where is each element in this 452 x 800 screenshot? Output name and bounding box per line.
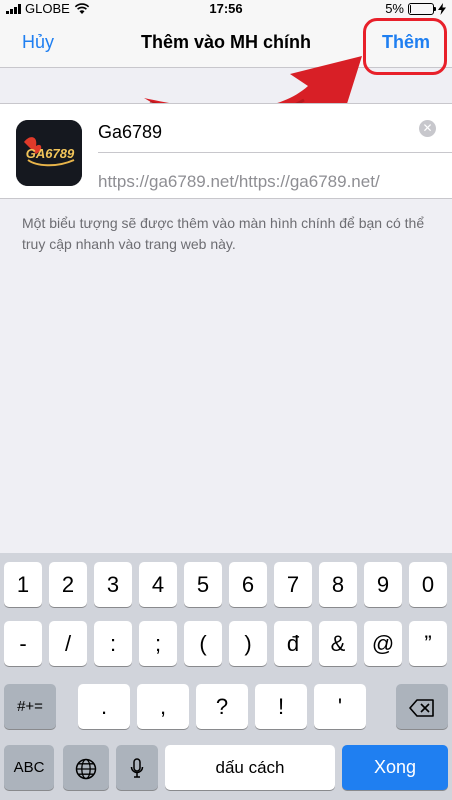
app-icon: GA6789 [16, 120, 82, 186]
key-exclamation[interactable]: ! [255, 684, 307, 729]
key-8[interactable]: 8 [319, 562, 357, 607]
key-period[interactable]: . [78, 684, 130, 729]
space-key[interactable]: dấu cách [165, 745, 335, 790]
shortcut-url: https://ga6789.net/https://ga6789.net/ [98, 172, 380, 191]
delete-key[interactable] [396, 684, 448, 729]
key-open-paren[interactable]: ( [184, 621, 222, 666]
key-slash[interactable]: / [49, 621, 87, 666]
key-2[interactable]: 2 [49, 562, 87, 607]
key-5[interactable]: 5 [184, 562, 222, 607]
hint-text: Một biểu tượng sẽ được thêm vào màn hình… [22, 215, 425, 252]
key-quote[interactable]: ” [409, 621, 447, 666]
microphone-icon [130, 758, 144, 778]
key-dong[interactable]: đ [274, 621, 312, 666]
shortcut-name-input[interactable] [98, 118, 444, 146]
key-apostrophe[interactable]: ' [314, 684, 366, 729]
key-7[interactable]: 7 [274, 562, 312, 607]
globe-icon [75, 758, 97, 780]
battery-percent: 5% [385, 1, 404, 16]
backspace-icon [409, 699, 434, 717]
shortcut-card: GA6789 https://ga6789.net/https://ga6789… [0, 103, 452, 199]
key-symbols[interactable]: #+= [4, 684, 56, 729]
key-6[interactable]: 6 [229, 562, 267, 607]
app-icon-text: GA6789 [26, 146, 75, 161]
dictation-key[interactable] [116, 745, 158, 790]
add-button-highlight [363, 18, 447, 75]
charging-bolt-icon [438, 2, 446, 15]
card-divider [98, 152, 452, 153]
key-comma[interactable]: , [137, 684, 189, 729]
key-9[interactable]: 9 [364, 562, 402, 607]
key-close-paren[interactable]: ) [229, 621, 267, 666]
key-question[interactable]: ? [196, 684, 248, 729]
battery-icon [408, 2, 436, 15]
key-ampersand[interactable]: & [319, 621, 357, 666]
status-time: 17:56 [209, 1, 243, 16]
key-hyphen[interactable]: - [4, 621, 42, 666]
status-bar: GLOBE 17:56 5% [0, 0, 452, 16]
done-key[interactable]: Xong [342, 745, 448, 790]
key-abc[interactable]: ABC [4, 745, 54, 790]
keyboard: 1 2 3 4 5 6 7 8 9 0 - / : ; ( ) đ & @ ” … [0, 553, 452, 800]
key-0[interactable]: 0 [409, 562, 447, 607]
status-right: 5% [385, 1, 446, 16]
globe-key[interactable] [63, 745, 109, 790]
key-colon[interactable]: : [94, 621, 132, 666]
key-4[interactable]: 4 [139, 562, 177, 607]
clear-text-icon[interactable]: ✕ [419, 120, 436, 137]
key-semicolon[interactable]: ; [139, 621, 177, 666]
key-at[interactable]: @ [364, 621, 402, 666]
key-1[interactable]: 1 [4, 562, 42, 607]
key-3[interactable]: 3 [94, 562, 132, 607]
